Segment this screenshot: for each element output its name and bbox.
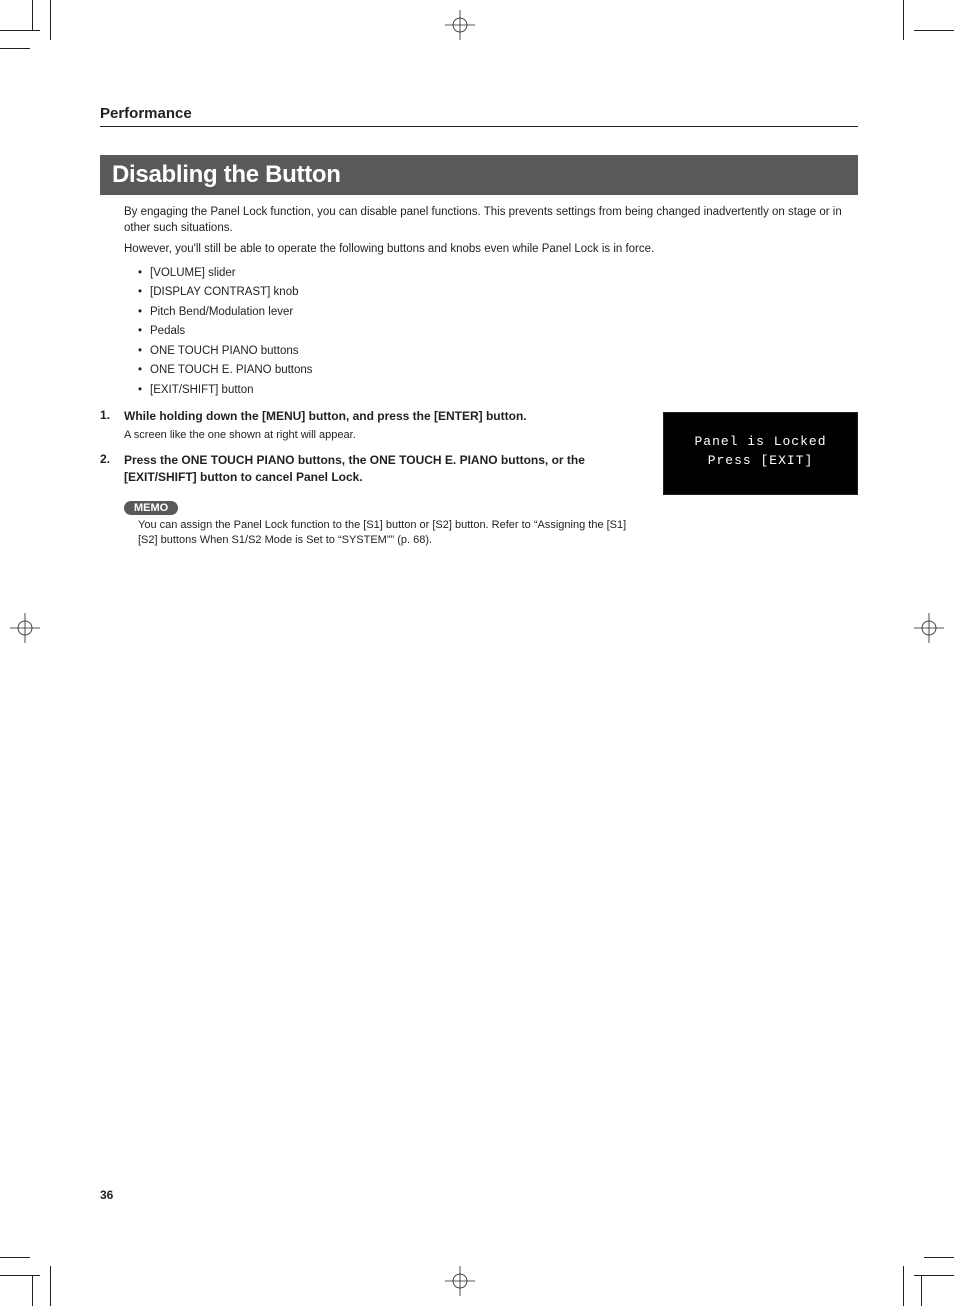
list-item: [VOLUME] slider bbox=[138, 264, 858, 284]
memo-text: You can assign the Panel Lock function t… bbox=[124, 518, 647, 548]
list-item: [EXIT/SHIFT] button bbox=[138, 381, 858, 401]
list-item: [DISPLAY CONTRAST] knob bbox=[138, 283, 858, 303]
lcd-line: Panel is Locked bbox=[664, 433, 857, 451]
step-list: While holding down the [MENU] button, an… bbox=[100, 408, 647, 484]
page-number: 36 bbox=[100, 1188, 113, 1202]
lcd-screen: Panel is Locked Press [EXIT] bbox=[663, 412, 858, 494]
intro-paragraph: However, you'll still be able to operate… bbox=[124, 242, 858, 258]
list-item: Pedals bbox=[138, 322, 858, 342]
step-item: Press the ONE TOUCH PIANO buttons, the O… bbox=[100, 452, 647, 484]
step-body: A screen like the one shown at right wil… bbox=[124, 428, 647, 443]
memo-badge: MEMO bbox=[124, 501, 178, 515]
step-title: While holding down the [MENU] button, an… bbox=[124, 408, 647, 424]
page-content: Performance Disabling the Button By enga… bbox=[100, 105, 858, 547]
lcd-line: Press [EXIT] bbox=[664, 452, 857, 470]
page-title: Disabling the Button bbox=[100, 155, 858, 195]
list-item: Pitch Bend/Modulation lever bbox=[138, 303, 858, 323]
section-header: Performance bbox=[100, 105, 858, 127]
step-title: Press the ONE TOUCH PIANO buttons, the O… bbox=[124, 452, 647, 484]
step-item: While holding down the [MENU] button, an… bbox=[100, 408, 647, 442]
list-item: ONE TOUCH E. PIANO buttons bbox=[138, 361, 858, 381]
list-item: ONE TOUCH PIANO buttons bbox=[138, 342, 858, 362]
intro-paragraph: By engaging the Panel Lock function, you… bbox=[124, 205, 858, 236]
bullet-list: [VOLUME] slider [DISPLAY CONTRAST] knob … bbox=[138, 264, 858, 401]
